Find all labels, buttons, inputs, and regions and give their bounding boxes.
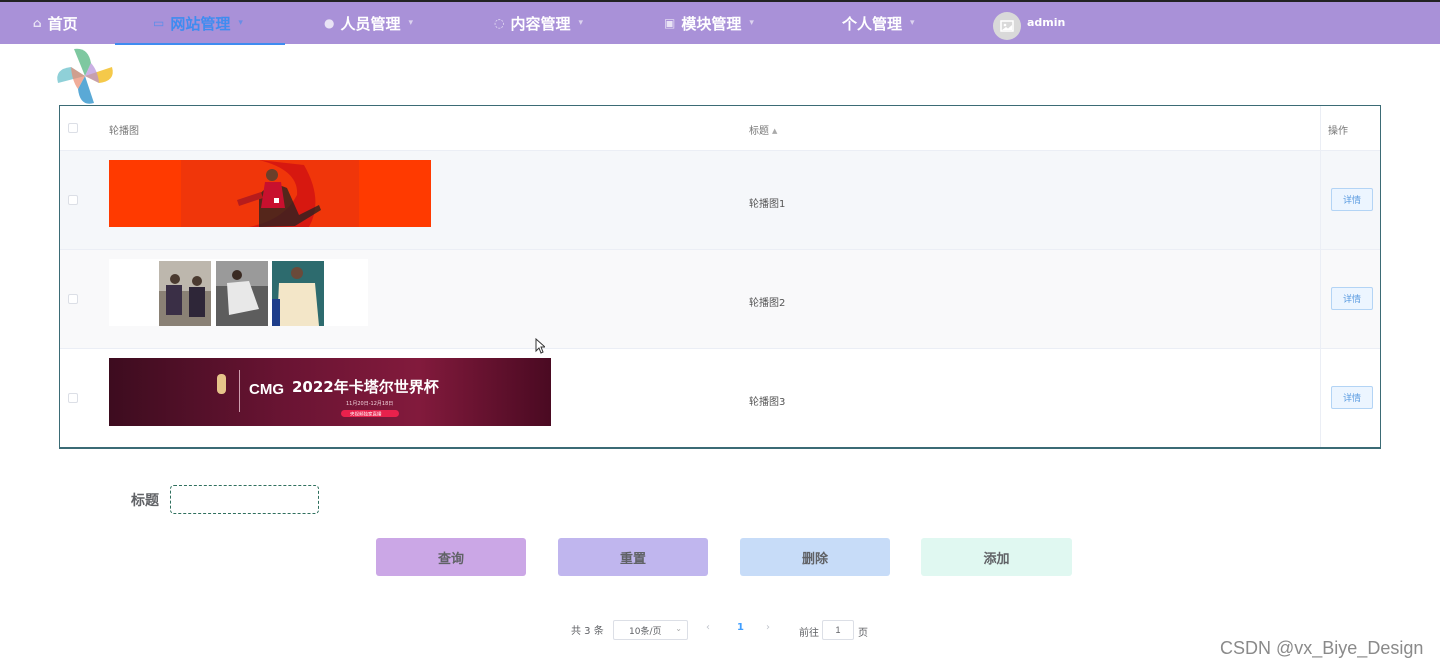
active-nav-indicator xyxy=(115,43,285,45)
nav-item-content-management[interactable]: ◌ 内容管理 ▾ xyxy=(494,2,583,44)
detail-button[interactable]: 详情 xyxy=(1331,287,1373,310)
chevron-down-icon: ▾ xyxy=(238,18,243,28)
goto-label: 前往 xyxy=(799,628,819,639)
row-title: 轮播图3 xyxy=(749,397,786,408)
nav-item-label: 个人管理 xyxy=(842,14,903,33)
delete-button[interactable]: 删除 xyxy=(740,538,890,576)
column-header-image: 轮播图 xyxy=(109,126,139,137)
module-icon: ▣ xyxy=(664,16,676,30)
goto-page-input[interactable] xyxy=(822,620,854,640)
sort-icon[interactable]: ▲ xyxy=(772,127,777,135)
detail-button[interactable]: 详情 xyxy=(1331,386,1373,409)
nav-item-module-management[interactable]: ▣ 模块管理 ▾ xyxy=(664,2,754,44)
table-row: 轮播图2 详情 xyxy=(60,250,1380,349)
image-icon xyxy=(1000,20,1014,32)
tag-text: 央视频独家直播 xyxy=(350,411,382,418)
username[interactable]: admin xyxy=(1027,16,1065,29)
home-icon: ⌂ xyxy=(33,16,42,30)
row-title: 轮播图2 xyxy=(749,298,786,309)
date-text: 11月20日-12月18日 xyxy=(346,401,393,407)
chevron-down-icon: ▾ xyxy=(910,18,915,28)
chevron-down-icon: ▾ xyxy=(408,18,414,28)
reset-button[interactable]: 重置 xyxy=(558,538,708,576)
nav-item-label: 首页 xyxy=(47,14,78,33)
nav-item-staff-management[interactable]: ● 人员管理 ▾ xyxy=(324,2,413,44)
nav-item-site-management[interactable]: ▭ 网站管理 ▾ xyxy=(153,2,243,44)
carousel-table: 轮播图 标题 ▲ 操作 轮播图1 详情 轮播图2 详情 CMG 2022年卡塔尔… xyxy=(59,105,1381,449)
nav-item-label: 人员管理 xyxy=(340,14,401,33)
detail-button[interactable]: 详情 xyxy=(1331,188,1373,211)
nav-item-label: 模块管理 xyxy=(681,14,742,33)
row-checkbox[interactable] xyxy=(68,393,78,403)
column-header-action: 操作 xyxy=(1328,126,1348,137)
column-header-title[interactable]: 标题 ▲ xyxy=(749,122,777,137)
table-row: 轮播图1 详情 xyxy=(60,151,1380,250)
carousel-image: CMG 2022年卡塔尔世界杯 11月20日-12月18日 央视频独家直播 xyxy=(109,358,551,426)
watermark: CSDN @vx_Biye_Design xyxy=(1220,638,1424,658)
select-all-checkbox[interactable] xyxy=(68,123,78,133)
nav-item-home[interactable]: ⌂ 首页 xyxy=(33,2,78,44)
chevron-down-icon: ▾ xyxy=(749,18,754,28)
pagination-total: 共 3 条 xyxy=(571,626,604,637)
page-size-value: 10条/页 xyxy=(629,626,662,637)
headline-text: 2022年卡塔尔世界杯 xyxy=(292,378,440,396)
prev-page-button[interactable]: ‹ xyxy=(706,622,710,633)
carousel-image xyxy=(109,160,431,227)
brand-text: CMG xyxy=(249,381,284,398)
table-header: 轮播图 标题 ▲ 操作 xyxy=(60,106,1380,151)
nav-item-personal-management[interactable]: 个人管理 ▾ xyxy=(842,2,915,44)
query-button[interactable]: 查询 xyxy=(376,538,526,576)
mouse-cursor-icon xyxy=(535,338,545,354)
user-icon: ● xyxy=(324,16,335,30)
row-checkbox[interactable] xyxy=(68,294,78,304)
carousel-image xyxy=(109,259,368,326)
avatar[interactable] xyxy=(993,12,1021,40)
chevron-down-icon: ⌄ xyxy=(675,624,682,633)
page-number-1[interactable]: 1 xyxy=(737,622,744,633)
top-navbar: ⌂ 首页 ▭ 网站管理 ▾ ● 人员管理 ▾ ◌ 内容管理 ▾ ▣ 模块管理 ▾… xyxy=(0,0,1440,45)
monitor-icon: ▭ xyxy=(153,16,165,30)
row-title: 轮播图1 xyxy=(749,199,786,210)
pinwheel-logo xyxy=(57,48,113,104)
page-unit-label: 页 xyxy=(858,628,868,639)
page-size-select[interactable]: 10条/页 ⌄ xyxy=(613,620,688,640)
next-page-button[interactable]: › xyxy=(766,622,770,633)
nav-item-label: 内容管理 xyxy=(510,14,571,33)
add-button[interactable]: 添加 xyxy=(921,538,1072,576)
title-search-input[interactable] xyxy=(170,485,319,514)
nav-item-label: 网站管理 xyxy=(170,14,231,33)
row-checkbox[interactable] xyxy=(68,195,78,205)
search-label: 标题 xyxy=(131,493,159,509)
chevron-down-icon: ▾ xyxy=(578,18,584,28)
column-header-title-label: 标题 xyxy=(749,126,769,137)
action-column-divider xyxy=(1320,106,1321,447)
content-icon: ◌ xyxy=(494,16,505,30)
table-row: CMG 2022年卡塔尔世界杯 11月20日-12月18日 央视频独家直播 轮播… xyxy=(60,349,1380,447)
